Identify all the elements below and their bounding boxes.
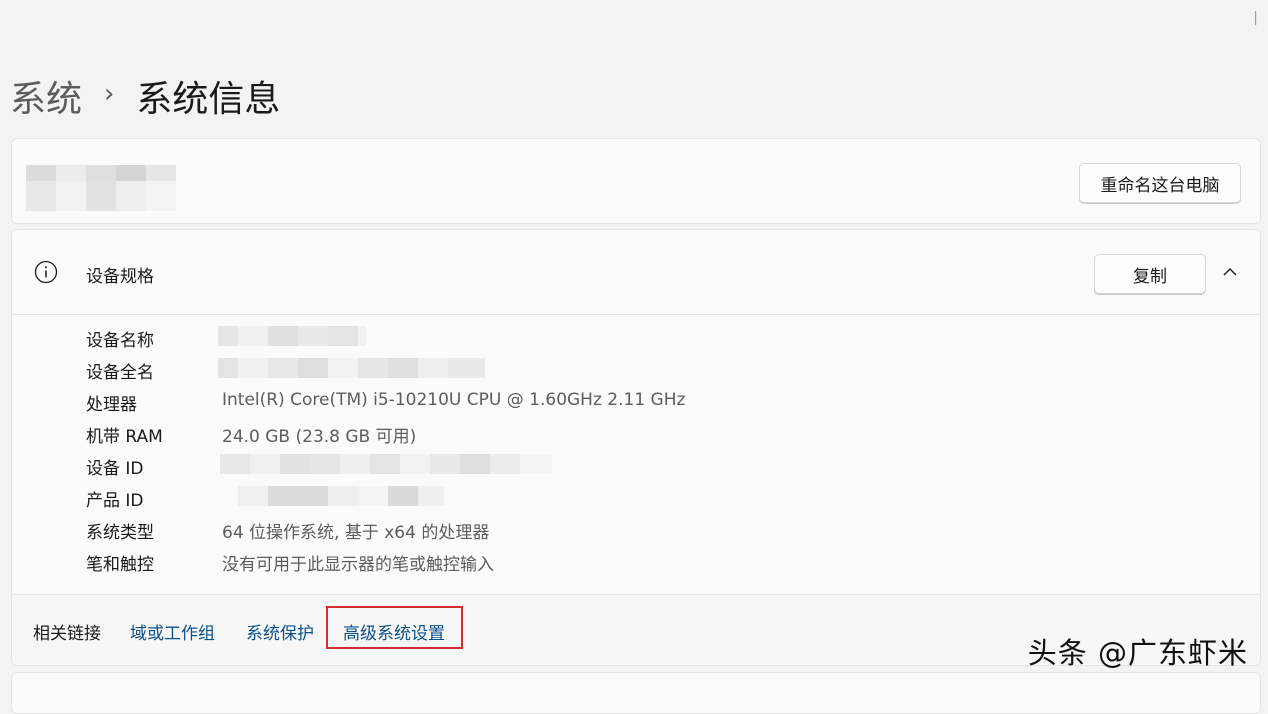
spec-value: 24.0 GB (23.8 GB 可用) <box>222 427 417 447</box>
spec-row-system-type: 系统类型 64 位操作系统, 基于 x64 的处理器 <box>12 516 1260 548</box>
chevron-up-icon[interactable] <box>1222 264 1238 280</box>
spec-row-processor: 处理器 Intel(R) Core(TM) i5-10210U CPU @ 1.… <box>12 388 1260 420</box>
next-card-edge <box>11 672 1261 714</box>
spec-value: 没有可用于此显示器的笔或触控输入 <box>222 555 494 575</box>
spec-value: Intel(R) Core(TM) i5-10210U CPU @ 1.60GH… <box>222 390 686 410</box>
watermark: 头条 @广东虾米 <box>1027 636 1248 670</box>
rename-pc-button[interactable]: 重命名这台电脑 <box>1079 163 1241 203</box>
link-domain-workgroup[interactable]: 域或工作组 <box>130 619 215 644</box>
pc-name-card: 重命名这台电脑 <box>11 138 1261 224</box>
spec-label: 系统类型 <box>86 523 154 543</box>
spec-row-ram: 机带 RAM 24.0 GB (23.8 GB 可用) <box>12 420 1260 452</box>
page-title: 系统信息 <box>136 79 281 120</box>
device-specs-card: 设备规格 复制 设备名称 设备全名 处理器 Intel(R) Core(TM) … <box>11 229 1261 666</box>
spec-label: 机带 RAM <box>86 427 163 447</box>
spec-row-device-id: 设备 ID <box>12 452 1260 484</box>
breadcrumb-chevron-icon: › <box>104 79 115 109</box>
spec-label: 产品 ID <box>86 491 144 511</box>
link-advanced-system-settings[interactable]: 高级系统设置 <box>343 619 445 644</box>
spec-label: 设备全名 <box>86 363 154 383</box>
spec-label: 笔和触控 <box>86 555 154 575</box>
copy-button[interactable]: 复制 <box>1094 254 1206 294</box>
spec-value: 64 位操作系统, 基于 x64 的处理器 <box>222 523 490 543</box>
related-links-label: 相关链接 <box>33 624 101 644</box>
breadcrumb-parent[interactable]: 系统 <box>10 70 82 122</box>
breadcrumb: 系统 › 系统信息 <box>10 70 280 122</box>
link-system-protection[interactable]: 系统保护 <box>246 619 314 644</box>
spec-label: 设备 ID <box>86 459 144 479</box>
spec-row-pen-touch: 笔和触控 没有可用于此显示器的笔或触控输入 <box>12 548 1260 580</box>
info-icon <box>34 260 58 284</box>
window-edge-mark: | <box>1253 10 1258 26</box>
spec-row-full-name: 设备全名 <box>12 356 1260 388</box>
device-specs-title: 设备规格 <box>86 267 154 287</box>
spec-row-product-id: 产品 ID <box>12 484 1260 516</box>
spec-label: 设备名称 <box>86 331 154 351</box>
spec-label: 处理器 <box>86 395 137 415</box>
device-specs-header[interactable]: 设备规格 复制 <box>12 230 1260 315</box>
spec-row-device-name: 设备名称 <box>12 324 1260 356</box>
